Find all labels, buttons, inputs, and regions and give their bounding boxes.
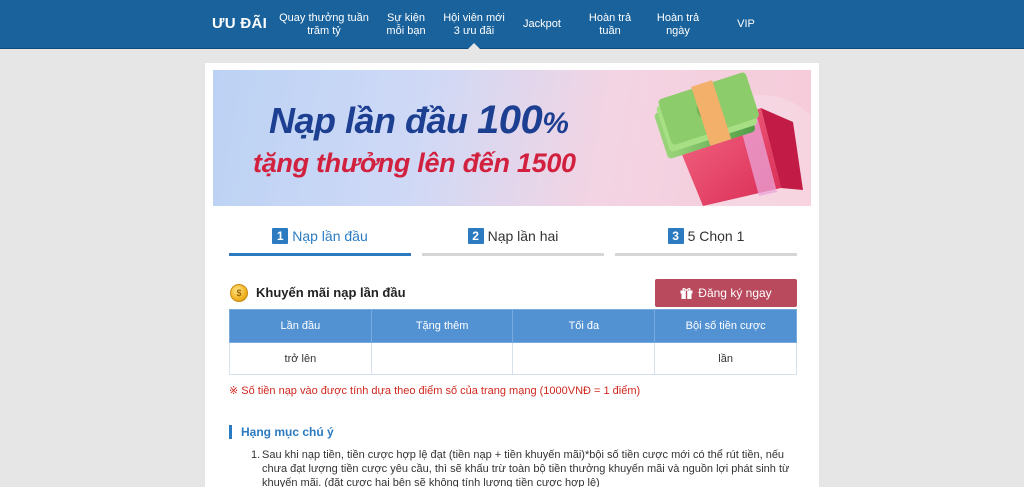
nav-item-weekly-rebate[interactable]: Hoàn trả tuần (584, 0, 636, 49)
list-item-number: 1. (251, 449, 261, 461)
banner-headline-number: 100 (477, 98, 543, 142)
banner-headline-prefix: Nạp lần đầu (269, 100, 478, 141)
banner-headline: Nạp lần đầu 100% (269, 98, 569, 143)
col-header-max: Tối đa (512, 309, 656, 343)
nav-item-new-member[interactable]: Hội viên mới 3 ưu đãi (440, 0, 508, 50)
promo-title: Khuyến mãi nạp lần đầu (256, 285, 406, 300)
table-cell: trở lên (229, 342, 372, 375)
tab-label: Nạp lần hai (487, 227, 559, 244)
table-cell (370, 342, 514, 375)
section-title-notes: Hạng mục chú ý (229, 425, 334, 439)
top-nav: ƯU ĐÃI Quay thưởng tuần trăm tỷ Sự kiện … (0, 0, 1024, 50)
table-cell: lần (654, 342, 797, 375)
col-header-wager-multiplier: Bội số tiền cược (654, 309, 797, 343)
promo-table: Lần đầu Tặng thêm Tối đa Bội số tiền cượ… (229, 309, 797, 375)
register-button-label: Đăng ký ngay (698, 286, 772, 300)
tab-label: 5 Chọn 1 (687, 227, 745, 244)
table-row: trở lên lần (229, 342, 797, 375)
table-header-row: Lần đầu Tặng thêm Tối đa Bội số tiền cượ… (229, 309, 797, 343)
list-item-text: Sau khi nạp tiền, tiền cược hợp lệ đạt (… (262, 449, 790, 487)
tab-label: Nạp lần đầu (292, 227, 368, 244)
tab-first-deposit[interactable]: 1 Nạp lần đầu (229, 218, 411, 256)
nav-item-vip[interactable]: VIP (730, 0, 762, 49)
content-card: Nạp lần đầu 100% tặng thưởng lên đến 150… (205, 63, 819, 487)
money-gift-box-illustration (654, 72, 811, 206)
banner-subheadline: tặng thưởng lên đến 1500 (253, 148, 576, 178)
col-header-first-deposit: Lần đầu (229, 309, 372, 343)
banner-headline-percent: % (542, 107, 569, 140)
list-item: 1. Sau khi nạp tiền, tiền cược hợp lệ đạ… (251, 448, 791, 487)
col-header-bonus: Tặng thêm (370, 309, 514, 343)
tab-number-badge: 1 (272, 227, 289, 244)
nav-item-events[interactable]: Sự kiện mỗi bạn (378, 0, 434, 49)
tab-number-badge: 2 (467, 227, 484, 244)
tab-number-badge: 3 (667, 227, 684, 244)
points-note: ※ Số tiền nạp vào được tính dựa theo điể… (229, 385, 641, 397)
promo-banner: Nạp lần đầu 100% tặng thưởng lên đến 150… (213, 70, 811, 206)
tab-second-deposit[interactable]: 2 Nạp lần hai (422, 218, 604, 256)
gift-icon (680, 288, 693, 299)
nav-item-jackpot[interactable]: Jackpot (518, 0, 566, 49)
table-cell (512, 342, 656, 375)
nav-item-daily-rebate[interactable]: Hoàn trả ngày (652, 0, 704, 49)
register-now-button[interactable]: Đăng ký ngay (655, 279, 797, 307)
nav-brand: ƯU ĐÃI (212, 15, 268, 32)
tab-five-choose-one[interactable]: 3 5 Chọn 1 (615, 218, 797, 256)
coin-icon: $ (230, 284, 248, 302)
nav-item-weekly-draw[interactable]: Quay thưởng tuần trăm tỷ (279, 0, 369, 49)
